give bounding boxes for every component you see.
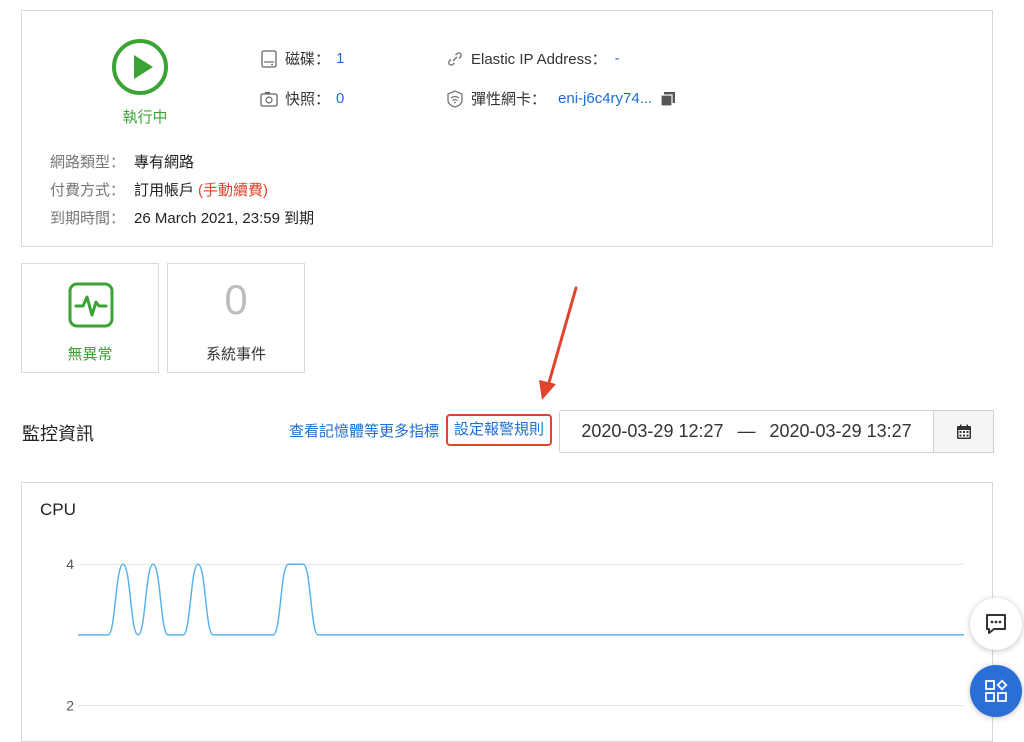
- status-label: 執行中: [122, 109, 168, 126]
- network-type-label: 網路類型：: [50, 154, 126, 171]
- calendar-icon: [956, 424, 971, 439]
- date-separator: —: [737, 421, 756, 441]
- play-circle-icon: [112, 39, 168, 95]
- copy-icon[interactable]: [660, 91, 676, 107]
- expiry-value: 26 March 2021, 23:59 到期: [134, 210, 315, 227]
- network-type-line: 網路類型： 專有網路: [50, 151, 194, 172]
- system-events-tile[interactable]: 0 系統事件: [167, 263, 305, 373]
- eip-row: Elastic IP Address： -: [446, 48, 620, 69]
- disk-count-link[interactable]: 1: [336, 50, 344, 67]
- events-label: 系統事件: [205, 346, 266, 363]
- date-end: 2020-03-29 13:27: [769, 421, 912, 441]
- apps-button[interactable]: [970, 665, 1022, 717]
- chat-icon: [986, 614, 1006, 634]
- monitor-title: 監控資訊: [22, 424, 94, 444]
- link-icon: [446, 50, 464, 68]
- set-alarm-rules-link[interactable]: 設定報警規則: [446, 414, 553, 446]
- y-tick-label: 2: [66, 698, 74, 714]
- health-label: 無異常: [67, 346, 113, 363]
- apps-icon: [985, 679, 1008, 702]
- cpu-series-line: [77, 563, 964, 636]
- network-type-value: 專有網路: [134, 154, 195, 171]
- more-metrics-link[interactable]: 查看記憶體等更多指標: [289, 420, 439, 441]
- snapshot-label: 快照：: [285, 91, 331, 108]
- instance-summary-card: 執行中 磁碟： 1 快照： 0 Elastic IP Address： - 彈性…: [21, 10, 993, 247]
- eni-row: 彈性網卡： eni-j6c4ry74...: [446, 88, 676, 109]
- eni-label: 彈性網卡：: [471, 91, 547, 108]
- snapshot-row: 快照： 0: [260, 88, 344, 109]
- expiry-label: 到期時間：: [50, 210, 126, 227]
- eip-label: Elastic IP Address：: [471, 51, 607, 68]
- billing-line: 付費方式： 訂用帳戶 (手動續費): [50, 179, 268, 200]
- events-count: 0: [224, 276, 248, 323]
- calendar-button[interactable]: [933, 410, 994, 453]
- eni-icon: [446, 89, 464, 108]
- y-tick-label: 4: [66, 556, 74, 572]
- disk-row: 磁碟： 1: [260, 48, 344, 69]
- chat-button[interactable]: [970, 598, 1022, 650]
- snapshot-count-link[interactable]: 0: [336, 90, 344, 107]
- cpu-chart-card: CPU 24: [21, 482, 993, 742]
- date-range-picker[interactable]: 2020-03-29 12:27 — 2020-03-29 13:27: [559, 410, 934, 453]
- cpu-line-chart: 24: [66, 556, 964, 714]
- eni-link[interactable]: eni-j6c4ry74...: [558, 90, 652, 107]
- eip-value: -: [614, 50, 620, 67]
- date-start: 2020-03-29 12:27: [581, 421, 724, 441]
- annotation-arrow: [539, 286, 578, 400]
- health-status-tile[interactable]: 無異常: [21, 263, 159, 373]
- disk-label: 磁碟：: [285, 51, 331, 68]
- expiry-line: 到期時間： 26 March 2021, 23:59 到期: [50, 207, 314, 228]
- billing-label: 付費方式：: [50, 182, 126, 199]
- billing-value: 訂用帳戶: [134, 182, 195, 199]
- disk-icon: [260, 49, 278, 68]
- heartbeat-icon: [68, 282, 114, 328]
- snapshot-icon: [260, 90, 278, 108]
- billing-note: (手動續費): [198, 182, 269, 199]
